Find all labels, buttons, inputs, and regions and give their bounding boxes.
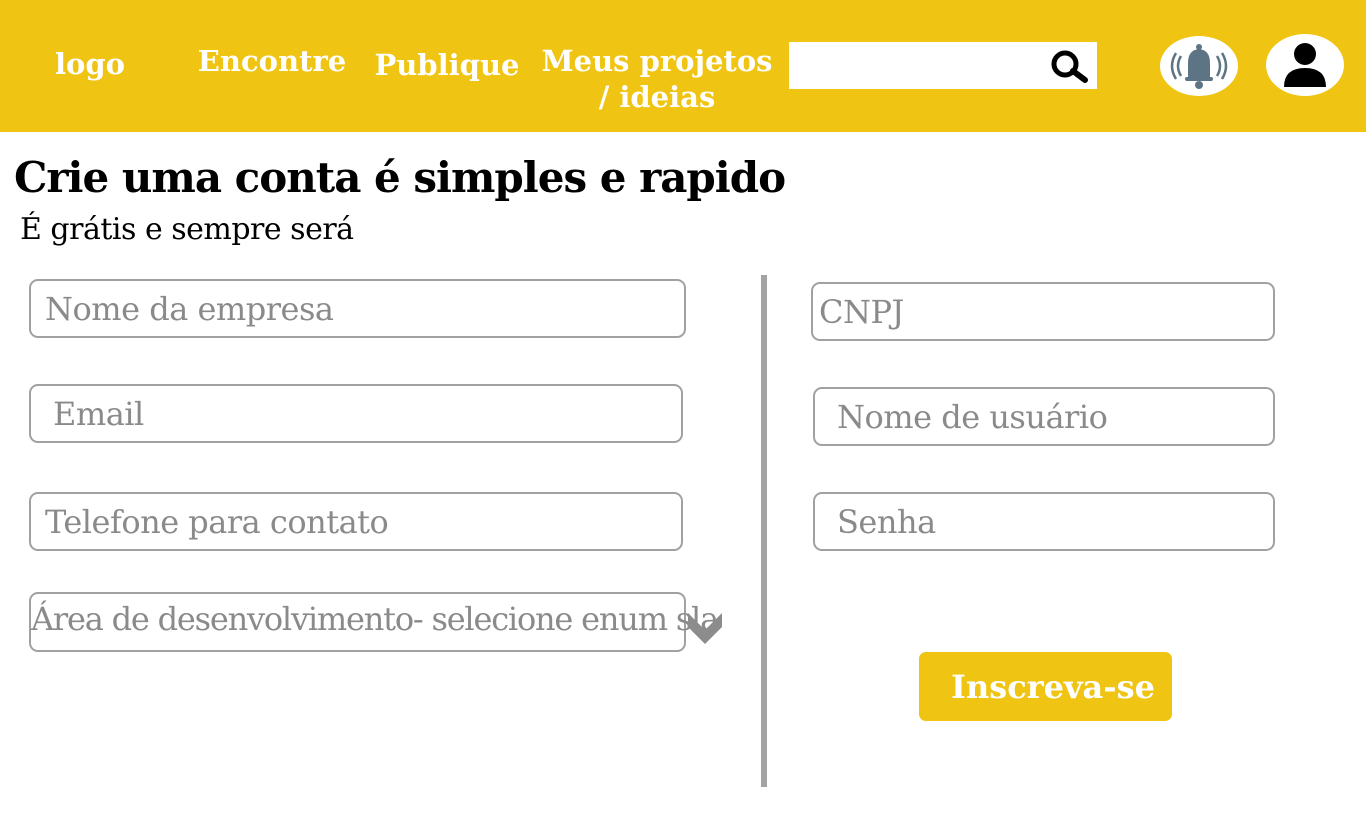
notifications-button[interactable] bbox=[1160, 36, 1238, 96]
email-field[interactable] bbox=[29, 384, 683, 443]
nav-link-encontre[interactable]: Encontre bbox=[192, 43, 352, 79]
username-field[interactable] bbox=[813, 387, 1275, 446]
page-title: Crie uma conta é simples e rapido bbox=[14, 153, 786, 202]
form-column-divider bbox=[761, 275, 767, 787]
phone-field[interactable] bbox=[29, 492, 683, 551]
nav-link-publique[interactable]: Publique bbox=[374, 47, 520, 83]
password-field[interactable] bbox=[813, 492, 1275, 551]
nav-link-meus-projetos[interactable]: Meus projetos / ideias bbox=[540, 43, 774, 115]
nav-link-meus-projetos-line1: Meus projetos bbox=[541, 44, 773, 78]
user-icon bbox=[1284, 43, 1326, 87]
logo[interactable]: logo bbox=[40, 46, 140, 82]
bell-icon bbox=[1170, 44, 1228, 89]
nav-link-meus-projetos-line2: / ideias bbox=[598, 80, 716, 114]
company-name-field[interactable] bbox=[29, 279, 686, 338]
search-icon[interactable] bbox=[1047, 49, 1091, 83]
signup-button[interactable]: Inscreva-se bbox=[919, 652, 1172, 721]
cnpj-field[interactable] bbox=[811, 282, 1275, 341]
profile-button[interactable] bbox=[1266, 34, 1344, 96]
development-area-select[interactable]: Área de desenvolvimento- selecione enum … bbox=[29, 592, 719, 652]
chevron-down-icon[interactable] bbox=[686, 607, 724, 645]
top-navigation-bar: logo Encontre Publique Meus projetos / i… bbox=[0, 0, 1366, 132]
page-subtitle: É grátis e sempre será bbox=[20, 212, 354, 247]
development-area-select-value: Área de desenvolvimento- selecione enum … bbox=[31, 600, 719, 638]
